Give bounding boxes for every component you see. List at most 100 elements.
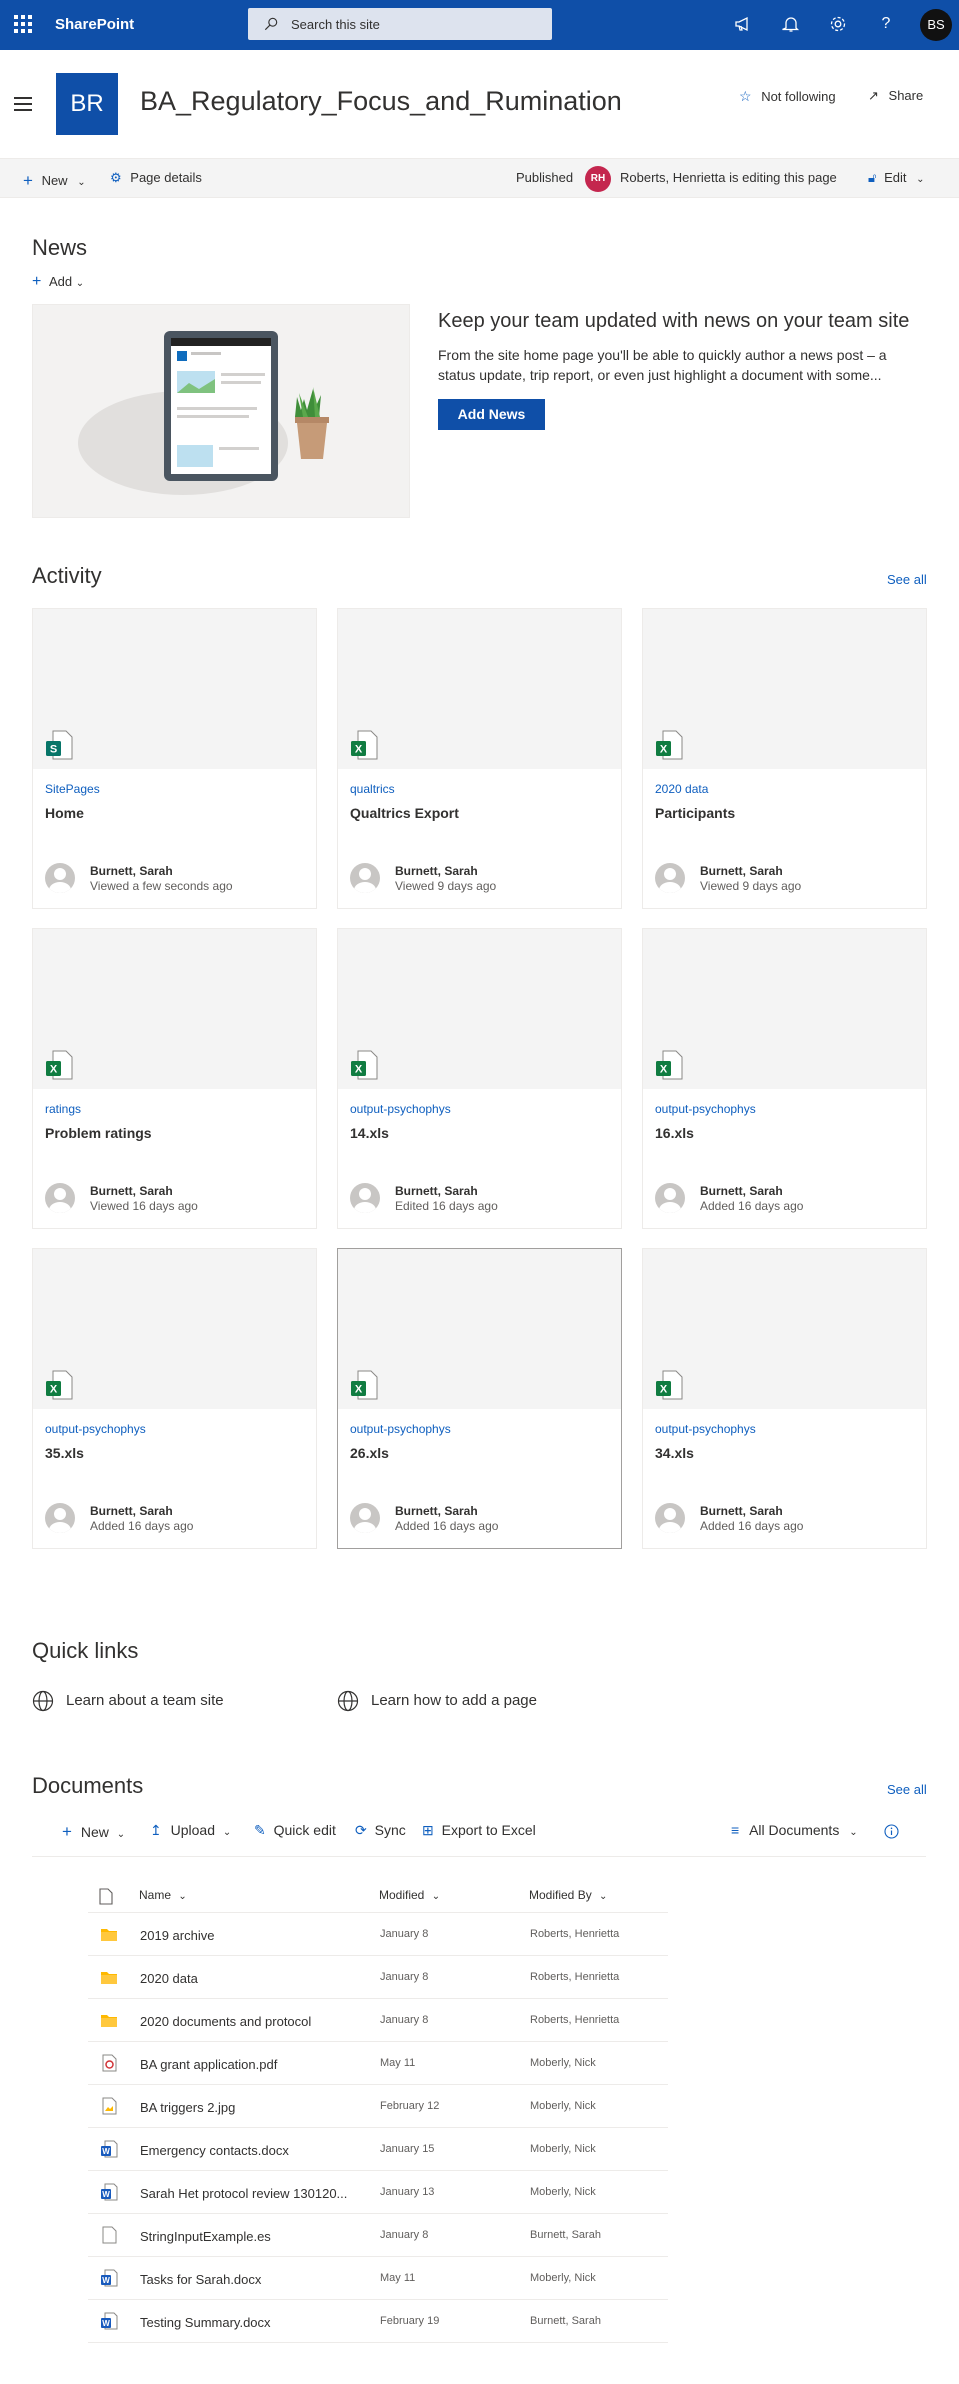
file-type-column-icon[interactable] [99, 1888, 113, 1908]
activity-card[interactable]: S SitePages Home Burnett, Sarah Viewed a few… [32, 608, 317, 909]
document-row[interactable]: W Sarah Het protocol review 130120... Janu… [88, 2171, 668, 2214]
document-name[interactable]: Testing Summary.docx [140, 2315, 368, 2330]
globe-icon [32, 1690, 54, 1712]
export-to-excel-button[interactable]: ⊞ Export to Excel [422, 1822, 536, 1839]
quick-edit-button[interactable]: ✎ Quick edit [254, 1822, 336, 1839]
add-news-primary-button[interactable]: Add News [438, 399, 545, 430]
app-name[interactable]: SharePoint [55, 16, 134, 33]
person-avatar-icon [350, 863, 380, 893]
svg-text:X: X [50, 1064, 58, 1076]
activity-card[interactable]: Xoutput-psychophys 14.xls Burnett, Sarah Ed… [337, 928, 622, 1229]
help-icon[interactable]: ? [874, 12, 898, 36]
info-icon[interactable] [884, 1822, 899, 1840]
app-launcher-icon[interactable] [14, 15, 32, 33]
document-name[interactable]: BA triggers 2.jpg [140, 2100, 368, 2115]
sharepoint-page-icon: S [46, 730, 73, 760]
megaphone-icon[interactable] [731, 12, 755, 36]
view-selector[interactable]: ≡ All Documents ⌄ [731, 1822, 858, 1838]
document-row[interactable]: 2020 data January 8 Roberts, Henrietta [88, 1956, 668, 1999]
doc-new-button[interactable]: + New ⌄ [62, 1822, 125, 1842]
upload-button[interactable]: ↥ Upload ⌄ [150, 1822, 231, 1839]
card-file-name[interactable]: 16.xls [655, 1125, 694, 1141]
image-icon [100, 2097, 118, 2115]
card-activity: Added 16 days ago [90, 1519, 194, 1533]
document-row[interactable]: W Tasks for Sarah.docx May 11 Moberly, Nick [88, 2257, 668, 2300]
modified-by-column-header[interactable]: Modified By ⌄ [529, 1888, 607, 1902]
site-logo[interactable]: BR [56, 73, 118, 135]
add-news-button[interactable]: + Add ⌄ [32, 273, 84, 291]
word-icon: W [100, 2183, 118, 2201]
edit-button[interactable]: 🔓︎ Edit ⌄ [868, 170, 924, 186]
person-avatar-icon [45, 1183, 75, 1213]
activity-card[interactable]: Xoutput-psychophys 35.xls Burnett, Sarah Ad… [32, 1248, 317, 1549]
card-user: Burnett, Sarah [395, 864, 478, 878]
document-name[interactable]: Tasks for Sarah.docx [140, 2272, 368, 2287]
card-location-link[interactable]: SitePages [45, 782, 100, 796]
page-details-button[interactable]: ⚙ Page details [110, 170, 202, 186]
name-column-header[interactable]: Name ⌄ [139, 1888, 187, 1902]
excel-icon: X [656, 1370, 683, 1400]
activity-card[interactable]: Xqualtrics Qualtrics Export Burnett, Sarah… [337, 608, 622, 909]
card-file-name[interactable]: Problem ratings [45, 1125, 152, 1141]
activity-card[interactable]: Xoutput-psychophys 26.xls Burnett, Sarah Ad… [337, 1248, 622, 1549]
menu-icon[interactable] [14, 97, 32, 111]
bell-icon[interactable] [779, 12, 803, 36]
card-location-link[interactable]: output-psychophys [45, 1422, 146, 1436]
document-name[interactable]: BA grant application.pdf [140, 2057, 368, 2072]
site-title[interactable]: BA_Regulatory_Focus_and_Rumination [140, 86, 622, 117]
chevron-down-icon: ⌄ [77, 177, 86, 188]
card-location-link[interactable]: qualtrics [350, 782, 395, 796]
card-location-link[interactable]: output-psychophys [655, 1102, 756, 1116]
document-modified-by: Roberts, Henrietta [530, 2014, 620, 2026]
page-command-bar: + New ⌄ ⚙ Page details Published RH Robe… [0, 158, 959, 198]
file-thumbnail [338, 929, 621, 1089]
activity-card[interactable]: Xoutput-psychophys 34.xls Burnett, Sarah Ad… [642, 1248, 927, 1549]
card-file-name[interactable]: Qualtrics Export [350, 805, 459, 821]
share-button[interactable]: ↗ Share [868, 88, 923, 104]
document-modified: January 8 [380, 2014, 429, 2026]
activity-card[interactable]: X 2020 data Participants Burnett, Sarah View… [642, 608, 927, 909]
globe-icon [337, 1690, 359, 1712]
card-location-link[interactable]: 2020 data [655, 782, 708, 796]
card-file-name[interactable]: Home [45, 805, 84, 821]
new-button[interactable]: + New ⌄ [23, 170, 86, 190]
card-location-link[interactable]: ratings [45, 1102, 81, 1116]
card-location-link[interactable]: output-psychophys [350, 1102, 451, 1116]
filter-icon: ≡ [731, 1822, 740, 1838]
document-name[interactable]: 2020 data [140, 1971, 368, 1986]
document-name[interactable]: StringInputExample.es [140, 2229, 368, 2244]
documents-see-all-link[interactable]: See all [887, 1782, 927, 1797]
gear-icon: ⚙ [110, 170, 122, 185]
card-file-name[interactable]: 14.xls [350, 1125, 389, 1141]
document-name[interactable]: 2020 documents and protocol [140, 2014, 368, 2029]
quick-edit-label: Quick edit [273, 1822, 336, 1838]
excel-icon: X [46, 1370, 73, 1400]
card-location-link[interactable]: output-psychophys [350, 1422, 451, 1436]
document-row[interactable]: 2019 archive January 8 Roberts, Henrietta [88, 1913, 668, 1956]
document-name[interactable]: Emergency contacts.docx [140, 2143, 368, 2158]
card-file-name[interactable]: 34.xls [655, 1445, 694, 1461]
document-row[interactable]: W Testing Summary.docx February 19 Burnett,… [88, 2300, 668, 2343]
card-file-name[interactable]: 35.xls [45, 1445, 84, 1461]
follow-button[interactable]: ☆ Not following [739, 88, 836, 105]
modified-column-header[interactable]: Modified ⌄ [379, 1888, 440, 1902]
document-row[interactable]: StringInputExample.es January 8 Burnett, S… [88, 2214, 668, 2257]
card-file-name[interactable]: Participants [655, 805, 735, 821]
card-location-link[interactable]: output-psychophys [655, 1422, 756, 1436]
document-name[interactable]: 2019 archive [140, 1928, 368, 1943]
document-name[interactable]: Sarah Het protocol review 130120... [140, 2186, 368, 2201]
card-file-name[interactable]: 26.xls [350, 1445, 389, 1461]
news-placeholder-image [32, 304, 410, 518]
search-input[interactable]: Search this site [248, 8, 552, 40]
document-row[interactable]: BA grant application.pdf May 11 Moberly, N… [88, 2042, 668, 2085]
activity-see-all-link[interactable]: See all [887, 572, 927, 587]
sync-button[interactable]: ⟳ Sync [355, 1822, 406, 1839]
document-row[interactable]: 2020 documents and protocol January 8 Robe… [88, 1999, 668, 2042]
gear-icon[interactable] [826, 12, 850, 36]
document-row[interactable]: BA triggers 2.jpg February 12 Moberly, Nic… [88, 2085, 668, 2128]
document-row[interactable]: W Emergency contacts.docx January 15 Moberl… [88, 2128, 668, 2171]
news-title: News [32, 235, 88, 260]
user-avatar[interactable]: BS [920, 9, 952, 41]
activity-card[interactable]: Xratings Problem ratings Burnett, Sarah Vie… [32, 928, 317, 1229]
activity-card[interactable]: Xoutput-psychophys 16.xls Burnett, Sarah Ad… [642, 928, 927, 1229]
